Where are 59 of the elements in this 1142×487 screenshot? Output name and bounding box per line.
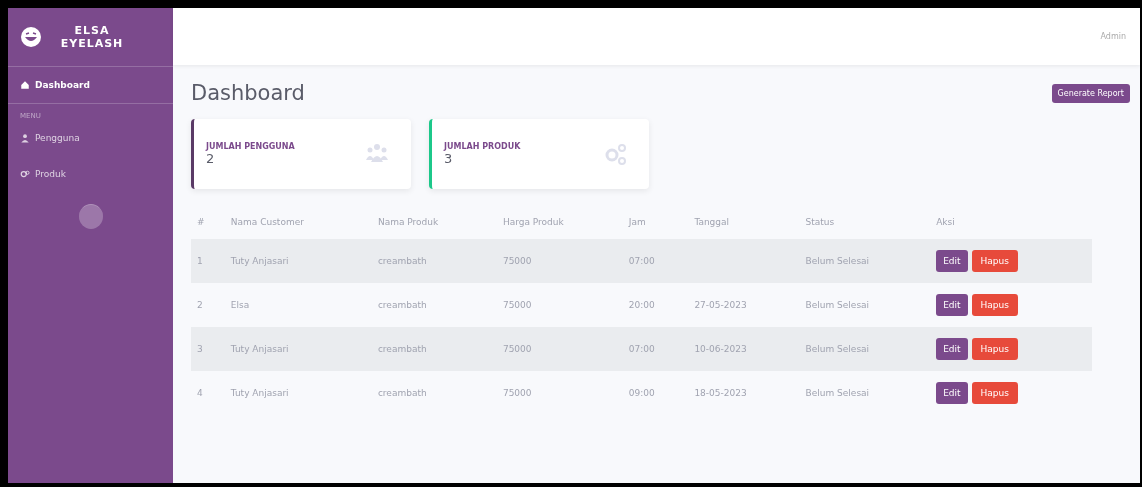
smiley-logo-icon — [20, 26, 42, 48]
generate-report-button[interactable]: Generate Report — [1051, 83, 1130, 103]
delete-button[interactable]: Hapus — [971, 250, 1018, 272]
column-header: Nama Customer — [224, 205, 372, 239]
edit-button[interactable]: Edit — [936, 250, 968, 272]
column-header: Tanggal — [688, 205, 800, 239]
table-cell: Tuty Anjasari — [230, 344, 289, 354]
table-cell: Belum Selesai — [805, 344, 870, 354]
sidebar-item[interactable]: Pengguna — [8, 120, 173, 156]
table-cell: 75000 — [502, 344, 532, 354]
table-cell: 10-06-2023 — [694, 344, 747, 354]
delete-button[interactable]: Hapus — [971, 382, 1018, 404]
table-cell: 18-05-2023 — [694, 388, 747, 398]
home-icon — [20, 80, 30, 90]
column-header: Jam — [622, 205, 689, 239]
card-label: JUMLAH PRODUK — [444, 142, 521, 151]
column-header: Aksi — [930, 205, 1093, 239]
table-cell: creambath — [377, 256, 427, 266]
user-icon — [20, 133, 30, 143]
table-cell: 75000 — [502, 300, 532, 310]
table-cell: Tuty Anjasari — [230, 388, 289, 398]
card-value: 2 — [206, 151, 216, 166]
table-cell: 07:00 — [628, 344, 655, 354]
table-cell: 07:00 — [628, 256, 655, 266]
card-label: JUMLAH PENGGUNA — [206, 142, 295, 151]
brand-name: ELSA EYELASH — [59, 24, 125, 50]
table-cell: Tuty Anjasari — [230, 256, 289, 266]
table-cell: 2 — [197, 300, 203, 310]
table-cell: 1 — [197, 256, 203, 266]
user-name[interactable]: Admin — [1100, 32, 1126, 41]
table-cell: 4 — [197, 388, 203, 398]
table-cell: Belum Selesai — [805, 256, 870, 266]
edit-button[interactable]: Edit — [936, 294, 968, 316]
table-cell: Elsa — [230, 300, 250, 310]
table-cell: 75000 — [502, 388, 532, 398]
table-cell: creambath — [377, 300, 427, 310]
edit-button[interactable]: Edit — [936, 382, 968, 404]
table-cell: 27-05-2023 — [694, 300, 747, 310]
card-value: 3 — [444, 151, 454, 166]
table-cell: creambath — [377, 344, 427, 354]
delete-button[interactable]: Hapus — [971, 338, 1018, 360]
table-cell: Belum Selesai — [805, 300, 870, 310]
table-cell: 20:00 — [628, 300, 655, 310]
table-cell: 75000 — [502, 256, 532, 266]
column-header: Harga Produk — [496, 205, 623, 239]
sidebar-item[interactable]: Produk — [8, 156, 173, 192]
table-cell: creambath — [377, 388, 427, 398]
table-cell: 3 — [197, 344, 203, 354]
edit-button[interactable]: Edit — [936, 338, 968, 360]
delete-button[interactable]: Hapus — [971, 294, 1018, 316]
gears-icon — [603, 142, 627, 166]
column-header: Nama Produk — [371, 205, 497, 239]
table-cell: 09:00 — [628, 388, 655, 398]
column-header: Status — [799, 205, 931, 239]
table-cell: Belum Selesai — [805, 388, 870, 398]
gear-icon — [20, 169, 30, 179]
sidebar-toggle[interactable] — [78, 204, 103, 229]
page-title: Dashboard — [191, 81, 305, 105]
column-header: # — [191, 205, 225, 239]
